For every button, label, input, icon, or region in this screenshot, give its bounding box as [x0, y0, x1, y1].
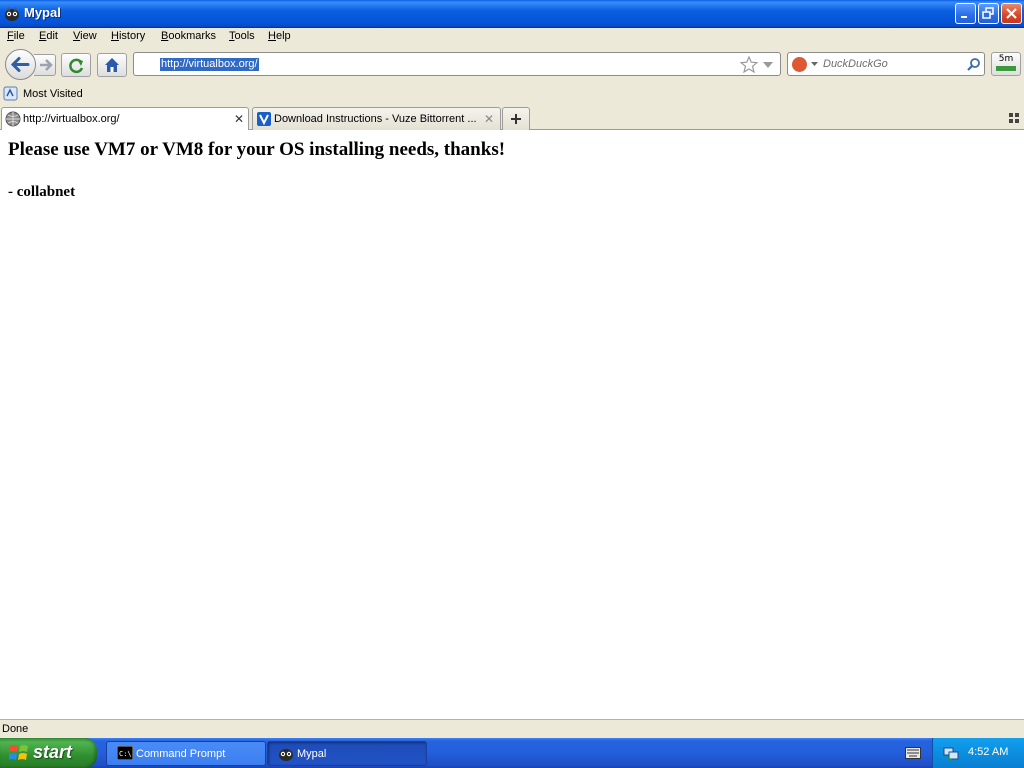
menu-history-label: istory: [118, 30, 146, 42]
page-signature: - collabnet: [8, 184, 76, 200]
tab-close-button[interactable]: ✕: [232, 112, 246, 126]
home-button[interactable]: [97, 53, 127, 77]
menu-history-accel: H: [111, 30, 119, 42]
navigation-toolbar: http://virtualbox.org/ DuckDuckGo 5m: [0, 46, 1024, 82]
close-icon: [1006, 8, 1017, 19]
taskbar-item-label: Command Prompt: [136, 748, 226, 760]
minimize-icon: [961, 16, 967, 18]
restore-icon: [982, 7, 994, 19]
menu-tools[interactable]: Tools: [229, 30, 255, 42]
mypal-icon: [279, 749, 293, 761]
list-all-tabs-icon[interactable]: [1009, 113, 1019, 123]
status-text: Done: [2, 723, 29, 735]
system-tray: 4:52 AM: [932, 738, 1024, 768]
menu-view[interactable]: View: [73, 30, 97, 42]
menu-help-accel: H: [268, 30, 276, 42]
url-history-dropdown-icon[interactable]: [763, 62, 773, 68]
window-title: Mypal: [24, 5, 61, 20]
url-bar[interactable]: http://virtualbox.org/: [133, 52, 781, 76]
tab-close-button[interactable]: ✕: [482, 112, 496, 126]
taskbar-item-label: Mypal: [297, 748, 327, 760]
network-icon[interactable]: [943, 745, 959, 761]
tab-label: http://virtualbox.org/: [23, 113, 120, 125]
forward-button[interactable]: [34, 54, 56, 76]
close-window-button[interactable]: [1001, 3, 1022, 24]
menu-bookmarks[interactable]: Bookmarks: [161, 30, 216, 42]
start-label: start: [33, 742, 73, 762]
addon-label: 5m: [998, 54, 1014, 64]
vuze-icon: [257, 112, 271, 126]
menu-file[interactable]: File: [7, 30, 25, 42]
menu-history[interactable]: History: [111, 30, 145, 42]
page-heading: Please use VM7 or VM8 for your OS instal…: [8, 139, 506, 160]
plus-icon: [511, 114, 521, 124]
keyboard-icon[interactable]: [905, 747, 921, 759]
taskbar-item-command-prompt[interactable]: C:\ Command Prompt: [106, 741, 266, 766]
page-content: Please use VM7 or VM8 for your OS instal…: [0, 130, 1024, 719]
status-bar: Done: [0, 719, 1024, 738]
tab-virtualbox[interactable]: http://virtualbox.org/ ✕: [1, 107, 249, 131]
home-icon: [105, 58, 119, 72]
most-visited-icon: [3, 86, 18, 101]
start-button[interactable]: start: [0, 738, 97, 768]
windows-logo-icon: [9, 745, 28, 760]
addon-button[interactable]: 5m: [991, 52, 1021, 76]
title-bar[interactable]: Mypal: [0, 0, 1024, 28]
star-bookmark-icon[interactable]: [740, 56, 758, 73]
most-visited-bookmark[interactable]: Most Visited: [23, 88, 83, 100]
svg-text:C:\: C:\: [119, 750, 132, 758]
chevron-down-icon[interactable]: [811, 62, 818, 66]
reload-button[interactable]: [61, 53, 91, 77]
menu-bar: File Edit View History Bookmarks Tools H…: [0, 28, 1024, 46]
taskbar: start C:\ Command Prompt Mypal 4:52 AM: [0, 738, 1024, 768]
menu-file-label: ile: [13, 30, 25, 42]
url-text[interactable]: http://virtualbox.org/: [160, 58, 259, 71]
globe-icon: [5, 111, 21, 127]
tab-strip: http://virtualbox.org/ ✕ Download Instru…: [0, 106, 1024, 131]
search-icon[interactable]: [966, 57, 981, 72]
duckduckgo-engine-icon[interactable]: [792, 57, 807, 72]
arrow-right-icon: [40, 59, 53, 71]
cmd-icon: C:\: [117, 746, 133, 760]
arrow-left-icon: [10, 57, 30, 72]
menu-edit[interactable]: Edit: [39, 30, 58, 42]
menu-file-accel: F: [7, 30, 14, 42]
reload-icon: [69, 58, 84, 74]
menu-help[interactable]: Help: [268, 30, 291, 42]
search-bar[interactable]: DuckDuckGo: [787, 52, 985, 76]
back-button[interactable]: [5, 49, 36, 80]
clock[interactable]: 4:52 AM: [968, 746, 1008, 758]
bookmarks-toolbar: Most Visited: [0, 82, 1024, 106]
search-input[interactable]: DuckDuckGo: [823, 58, 888, 70]
mypal-app-icon: [5, 7, 19, 21]
menu-view-label: iew: [80, 30, 97, 42]
new-tab-button[interactable]: [502, 107, 530, 130]
menu-tools-label: ools: [234, 30, 255, 42]
menu-help-label: elp: [275, 30, 291, 42]
tab-vuze-download[interactable]: Download Instructions - Vuze Bittorrent …: [252, 107, 501, 130]
restore-button[interactable]: [978, 3, 999, 24]
addon-progress-icon: [996, 66, 1016, 71]
menu-edit-label: dit: [46, 30, 58, 42]
menu-bookmarks-label: ookmarks: [168, 30, 217, 42]
taskbar-item-mypal[interactable]: Mypal: [267, 741, 427, 766]
tab-label: Download Instructions - Vuze Bittorrent …: [274, 113, 477, 125]
minimize-button[interactable]: [955, 3, 976, 24]
